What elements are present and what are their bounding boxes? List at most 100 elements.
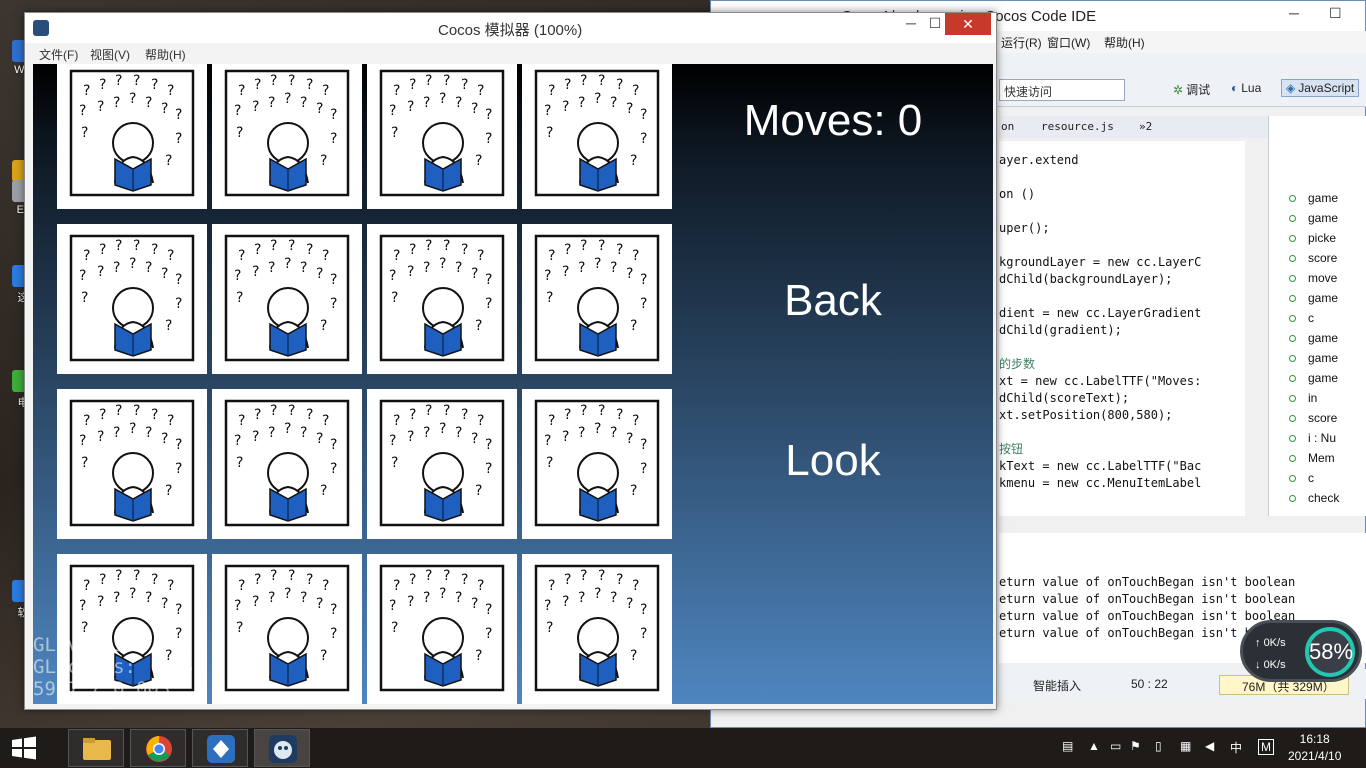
memory-card[interactable]: ???? ???? ???? ???? [212, 389, 362, 539]
svg-text:?: ? [578, 425, 585, 441]
svg-text:?: ? [455, 260, 462, 276]
tray-monitor-icon[interactable]: ▭ [1110, 739, 1121, 753]
menu-file[interactable]: 文件(F) [39, 46, 78, 63]
svg-text:?: ? [626, 101, 633, 117]
minimize-icon[interactable]: ─ [901, 15, 921, 35]
code-line[interactable]: xt = new cc.LabelTTF("Moves: [999, 374, 1201, 388]
outline-item[interactable]: i : Nu [1289, 431, 1336, 445]
outline-item[interactable]: score [1289, 251, 1337, 265]
outline-item[interactable]: game [1289, 351, 1338, 365]
code-line[interactable]: on () [999, 187, 1035, 201]
quick-access-input[interactable]: 快速访问 [999, 79, 1125, 101]
svg-text:?: ? [175, 107, 182, 123]
memory-card[interactable]: ???? ???? ???? ???? [57, 64, 207, 209]
svg-text:?: ? [407, 429, 414, 445]
memory-card[interactable]: ???? ???? ???? ???? [522, 389, 672, 539]
cocos-simulator-window[interactable]: Cocos 模拟器 (100%) ─ ☐ ✕ 文件(F) 视图(V) 帮助(H)… [24, 12, 997, 710]
start-button[interactable] [10, 736, 38, 760]
outline-item[interactable]: c [1289, 311, 1314, 325]
outline-item[interactable]: Mem [1289, 451, 1335, 465]
card-back-image: ???? ???? ???? ???? [379, 564, 505, 692]
outline-item[interactable]: game [1289, 191, 1338, 205]
code-line[interactable]: dChild(gradient); [999, 323, 1122, 337]
code-line[interactable]: 按钮 [999, 440, 1023, 457]
outline-item[interactable]: game [1289, 371, 1338, 385]
svg-text:?: ? [407, 594, 414, 610]
taskbar-cocos-ide[interactable] [192, 729, 248, 767]
simulator-titlebar[interactable]: Cocos 模拟器 (100%) ─ ☐ ✕ [25, 13, 996, 43]
menu-run[interactable]: 运行(R) [1001, 34, 1042, 51]
outline-item[interactable]: move [1289, 271, 1337, 285]
code-line[interactable]: kgroundLayer = new cc.LayerC [999, 255, 1201, 269]
svg-text:?: ? [423, 95, 430, 111]
menu-window[interactable]: 窗口(W) [1047, 34, 1090, 51]
svg-text:?: ? [546, 125, 553, 141]
look-button[interactable]: Look [673, 436, 993, 486]
memory-card[interactable]: ???? ???? ???? ???? [57, 224, 207, 374]
memory-card[interactable]: ???? ???? ???? ???? [367, 224, 517, 374]
code-line[interactable]: dChild(scoreText); [999, 391, 1129, 405]
tab-more[interactable]: »2 [1139, 120, 1152, 133]
memory-card[interactable]: ???? ???? ???? ???? [522, 554, 672, 704]
tray-flag-icon[interactable]: ⚑ [1130, 739, 1141, 753]
memory-card[interactable]: ???? ???? ???? ???? [367, 554, 517, 704]
code-line[interactable]: xt.setPosition(800,580); [999, 408, 1172, 422]
maximize-icon[interactable]: ☐ [925, 15, 945, 35]
outline-item[interactable]: in [1289, 391, 1317, 405]
memory-card[interactable]: ???? ???? ???? ???? [522, 224, 672, 374]
code-line[interactable]: kText = new cc.LabelTTF("Bac [999, 459, 1201, 473]
tray-ime[interactable]: 中 [1230, 739, 1242, 756]
svg-text:?: ? [99, 77, 106, 93]
outline-item[interactable]: score [1289, 411, 1337, 425]
memory-card[interactable]: ???? ???? ???? ???? [57, 389, 207, 539]
maximize-icon[interactable]: ☐ [1329, 5, 1342, 22]
code-line[interactable]: ayer.extend [999, 153, 1078, 167]
minimize-icon[interactable]: ─ [1289, 5, 1299, 21]
perspective-lua[interactable]: ◐ Lua [1231, 81, 1261, 95]
menu-help[interactable]: 帮助(H) [145, 46, 186, 63]
tray-expand-icon[interactable]: ▲ [1088, 739, 1100, 753]
code-line[interactable]: dient = new cc.LayerGradient [999, 306, 1201, 320]
code-line[interactable]: dChild(backgroundLayer); [999, 272, 1172, 286]
memory-card[interactable]: ???? ???? ???? ???? [212, 554, 362, 704]
svg-text:?: ? [330, 437, 337, 453]
memory-card[interactable]: ???? ???? ???? ???? [367, 64, 517, 209]
outline-item[interactable]: game [1289, 291, 1338, 305]
tray-notes-icon[interactable]: ▤ [1062, 739, 1073, 753]
back-button[interactable]: Back [673, 276, 993, 326]
taskbar-file-explorer[interactable] [68, 729, 124, 767]
svg-text:?: ? [485, 602, 492, 618]
game-canvas[interactable]: ???? ???? ???? ???? ???? ???? ???? ???? … [33, 64, 993, 704]
outline-item[interactable]: game [1289, 211, 1338, 225]
menu-help[interactable]: 帮助(H) [1104, 34, 1145, 51]
code-editor[interactable]: ayer.extend on () uper(); kgroundLayer = ne… [999, 141, 1245, 516]
outline-item[interactable]: picke [1289, 231, 1336, 245]
perspective-javascript[interactable]: ◈ JavaScript [1281, 79, 1360, 97]
taskbar-cocos-simulator[interactable] [254, 729, 310, 767]
tab-on[interactable]: on [1001, 120, 1014, 133]
code-line[interactable]: uper(); [999, 221, 1050, 235]
memory-card[interactable]: ???? ???? ???? ???? [212, 224, 362, 374]
memory-card[interactable]: ???? ???? ???? ???? [522, 64, 672, 209]
close-icon[interactable]: ✕ [945, 13, 991, 35]
menu-view[interactable]: 视图(V) [90, 46, 130, 63]
tab-resource-js[interactable]: resource.js [1041, 120, 1114, 133]
tray-m[interactable]: M [1258, 739, 1274, 755]
outline-item[interactable]: check [1289, 491, 1339, 505]
memory-card[interactable]: ???? ???? ???? ???? [367, 389, 517, 539]
field-icon [1289, 375, 1296, 383]
outline-item[interactable]: game [1289, 331, 1338, 345]
tray-volume-icon[interactable]: ◀ [1205, 739, 1214, 753]
taskbar-chrome[interactable] [130, 729, 186, 767]
outline-item[interactable]: c [1289, 471, 1314, 485]
net-speed-widget[interactable]: ↑ 0K/s ↓ 0K/s 58% [1240, 620, 1362, 682]
tray-network-icon[interactable]: ▦ [1180, 739, 1191, 753]
clock[interactable]: 16:18 2021/4/10 [1288, 731, 1341, 765]
tray-device-icon[interactable]: ▯ [1155, 739, 1162, 753]
perspective-debug[interactable]: ✲ 调试 [1173, 81, 1210, 98]
code-line[interactable]: 的步数 [999, 355, 1035, 372]
memory-card[interactable]: ???? ???? ???? ???? [212, 64, 362, 209]
code-line[interactable]: kmenu = new cc.MenuItemLabel [999, 476, 1201, 490]
svg-text:?: ? [407, 264, 414, 280]
svg-text:?: ? [113, 260, 120, 276]
